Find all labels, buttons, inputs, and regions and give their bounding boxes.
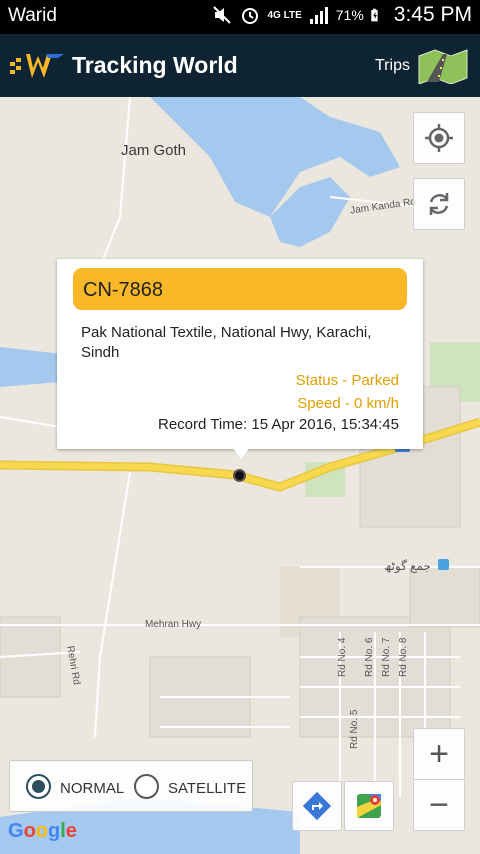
- status-icons: 4G LTE 71% 3:45 PM: [211, 3, 472, 27]
- record-time: Record Time: 15 Apr 2016, 15:34:45: [158, 416, 399, 433]
- google-letter: e: [65, 820, 77, 842]
- refresh-icon: [429, 193, 449, 215]
- alarm-icon: [242, 8, 259, 24]
- trips-road-icon[interactable]: [417, 48, 469, 84]
- app-title: Tracking World: [72, 52, 238, 78]
- map-label-rd-no-6: Rd No. 6: [364, 637, 375, 677]
- popup-pointer: [232, 447, 250, 459]
- map-label-urdu-place: جمع گوٹھ: [384, 559, 431, 573]
- vehicle-address: Pak National Textile, National Hwy, Kara…: [81, 324, 372, 361]
- vehicle-speed: Speed - 0 km/h: [297, 395, 399, 412]
- network-type: 4G LTE: [267, 9, 302, 21]
- normal-radio[interactable]: [26, 774, 51, 799]
- battery-charging-icon: [371, 8, 378, 22]
- my-location-icon: [425, 124, 453, 152]
- zoom-in-button[interactable]: +: [413, 728, 465, 780]
- my-location-button[interactable]: [413, 112, 465, 164]
- map-label-mehran-hwy: Mehran Hwy: [145, 619, 202, 630]
- map-label-rd-no-7: Rd No. 7: [381, 637, 392, 677]
- status-bar: Warid 4G LTE 71% 3:45 PM: [0, 0, 480, 34]
- battery-percent: 71%: [335, 7, 364, 23]
- mute-icon: [213, 6, 232, 24]
- vehicle-info-popup[interactable]: CN-7868 Pak National Textile, National H…: [57, 259, 423, 449]
- trips-label[interactable]: Trips: [375, 57, 410, 75]
- tracking-world-logo: [10, 54, 64, 78]
- satellite-label[interactable]: SATELLITE: [168, 780, 246, 797]
- vehicle-status: Status - Parked: [295, 372, 399, 389]
- clock-time: 3:45 PM: [393, 3, 472, 26]
- normal-label[interactable]: NORMAL: [60, 780, 124, 797]
- zoom-out-icon: −: [429, 786, 449, 824]
- app-bar: Tracking World Trips: [0, 34, 480, 97]
- directions-button[interactable]: [292, 781, 342, 831]
- google-letter: G: [8, 820, 24, 842]
- signal-icon: [309, 7, 328, 24]
- google-attribution: Google: [8, 820, 77, 843]
- map-type-selector: NORMAL SATELLITE: [9, 760, 253, 812]
- directions-icon: [302, 791, 332, 821]
- vehicle-header: CN-7868: [73, 268, 407, 310]
- vehicle-id: CN-7868: [83, 279, 164, 301]
- refresh-button[interactable]: [413, 178, 465, 230]
- map-label-rd-no-8: Rd No. 8: [398, 637, 409, 677]
- map-label-rd-no-5: Rd No. 5: [349, 709, 360, 749]
- map-label-jam-goth: Jam Goth: [121, 142, 187, 159]
- zoom-out-button[interactable]: −: [413, 779, 465, 831]
- google-maps-icon: [357, 794, 381, 818]
- satellite-radio[interactable]: [134, 774, 159, 799]
- zoom-in-icon: +: [429, 735, 449, 773]
- map-label-rd-no-4: Rd No. 4: [337, 637, 348, 677]
- vehicle-marker[interactable]: [233, 469, 246, 482]
- open-google-maps-button[interactable]: [344, 781, 394, 831]
- carrier-name: Warid: [8, 5, 57, 26]
- google-letter: o: [23, 820, 36, 842]
- google-letter: g: [48, 820, 61, 842]
- google-letter: o: [35, 820, 48, 842]
